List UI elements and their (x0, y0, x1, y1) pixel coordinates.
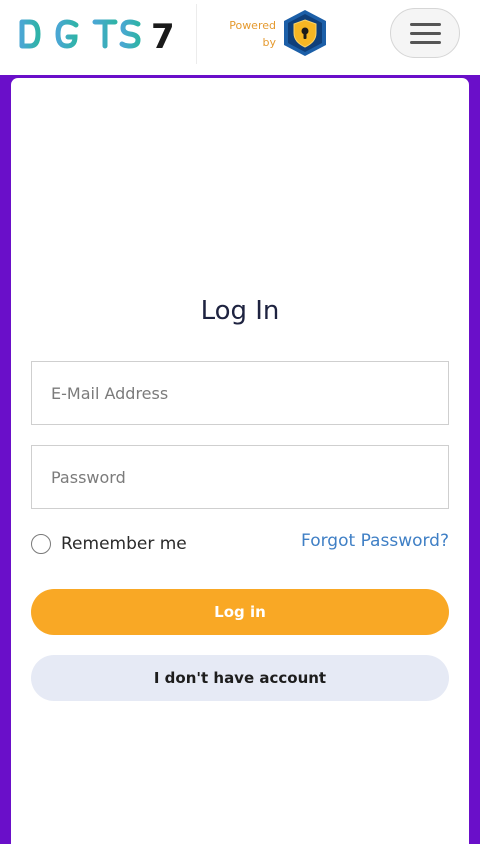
hamburger-menu-icon (410, 41, 441, 44)
svg-text:7: 7 (151, 17, 175, 51)
login-button[interactable]: Log in (31, 589, 449, 635)
remember-me-radio[interactable] (31, 534, 51, 554)
page-title: Log In (200, 296, 280, 326)
menu-button[interactable] (390, 8, 460, 58)
powered-by-text: Powered by (214, 17, 276, 51)
forgot-password-link[interactable]: Forgot Password? (301, 531, 449, 551)
password-field[interactable] (31, 445, 449, 509)
top-header: 7 Powered by (0, 0, 480, 75)
remember-me-label: Remember me (61, 534, 187, 554)
by-line: by (262, 36, 277, 49)
hamburger-menu-icon (410, 23, 441, 26)
email-field[interactable] (31, 361, 449, 425)
remember-me-option[interactable]: Remember me (31, 533, 187, 555)
no-account-button[interactable]: I don't have account (31, 655, 449, 701)
digits7-logo[interactable]: 7 (18, 17, 180, 51)
hamburger-menu-icon (410, 32, 441, 35)
header-divider (196, 4, 197, 64)
shield-lock-icon (282, 9, 328, 57)
powered-line: Powered (229, 19, 276, 32)
